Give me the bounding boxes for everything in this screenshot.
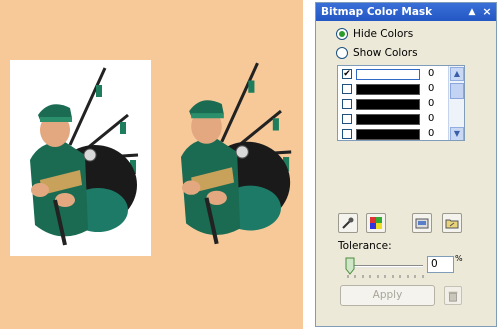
color-checkbox[interactable] xyxy=(342,129,352,139)
color-checkbox[interactable] xyxy=(342,114,352,124)
drawing-canvas[interactable] xyxy=(0,0,303,329)
list-item[interactable]: 0 xyxy=(338,81,448,97)
color-tolerance-value: 0 xyxy=(428,113,435,124)
list-item[interactable]: 0 xyxy=(338,126,448,140)
color-tolerance-value: 0 xyxy=(428,128,435,139)
open-mask-button[interactable] xyxy=(442,213,462,233)
color-swatch[interactable] xyxy=(356,69,420,80)
color-swatch[interactable] xyxy=(356,84,420,95)
scroll-thumb[interactable] xyxy=(450,83,464,99)
color-checkbox[interactable]: ✔ xyxy=(342,69,352,79)
show-colors-label: Show Colors xyxy=(353,47,418,59)
tolerance-slider-ticks xyxy=(347,275,424,278)
list-item[interactable]: 0 xyxy=(338,111,448,127)
scroll-down-icon[interactable]: ▼ xyxy=(450,127,464,140)
color-tolerance-value: 0 xyxy=(428,68,435,79)
radio-button-selected[interactable] xyxy=(336,28,348,40)
save-mask-button[interactable] xyxy=(412,213,432,233)
color-swatch[interactable] xyxy=(356,99,420,110)
color-tolerance-value: 0 xyxy=(428,83,435,94)
hide-colors-label: Hide Colors xyxy=(353,28,414,40)
edit-color-button[interactable] xyxy=(366,213,386,233)
trash-icon xyxy=(448,291,458,302)
canvas-margin xyxy=(303,0,315,329)
apply-button[interactable]: Apply xyxy=(340,285,435,306)
list-item[interactable]: 0 xyxy=(338,96,448,112)
color-swatch[interactable] xyxy=(356,114,420,125)
bagpiper-image-original[interactable] xyxy=(10,60,151,256)
edit-color-icon xyxy=(370,217,382,229)
collapse-icon[interactable]: ▲ xyxy=(466,6,478,18)
color-swatch[interactable] xyxy=(356,129,420,140)
remove-mask-button[interactable] xyxy=(444,286,462,305)
mask-color-list[interactable]: ✔ 0 0 0 0 0 ▲ ▼ xyxy=(337,65,465,141)
scroll-up-icon[interactable]: ▲ xyxy=(450,67,464,81)
tolerance-input[interactable]: 0 xyxy=(427,256,454,273)
open-mask-icon xyxy=(445,219,459,229)
list-item[interactable]: ✔ 0 xyxy=(338,66,448,82)
list-scrollbar[interactable]: ▲ ▼ xyxy=(448,66,464,140)
tolerance-slider-thumb[interactable] xyxy=(345,257,355,275)
hide-colors-radio[interactable]: Hide Colors xyxy=(336,26,413,42)
close-icon[interactable]: × xyxy=(481,6,493,18)
docker-title: Bitmap Color Mask xyxy=(321,6,433,18)
show-colors-radio[interactable]: Show Colors xyxy=(336,45,418,61)
docker-titlebar[interactable]: Bitmap Color Mask ▲ × xyxy=(316,3,496,21)
tolerance-unit: % xyxy=(455,254,463,263)
radio-button[interactable] xyxy=(336,47,348,59)
save-mask-icon xyxy=(415,218,429,229)
bagpiper-image-masked[interactable] xyxy=(160,55,305,255)
color-selector-button[interactable] xyxy=(338,213,358,233)
bitmap-color-mask-docker: Bitmap Color Mask ▲ × Hide Colors Show C… xyxy=(315,2,497,327)
eyedropper-icon xyxy=(342,217,354,229)
tolerance-label: Tolerance: xyxy=(338,240,392,252)
color-checkbox[interactable] xyxy=(342,84,352,94)
tolerance-slider-track[interactable] xyxy=(346,265,423,268)
color-checkbox[interactable] xyxy=(342,99,352,109)
color-tolerance-value: 0 xyxy=(428,98,435,109)
